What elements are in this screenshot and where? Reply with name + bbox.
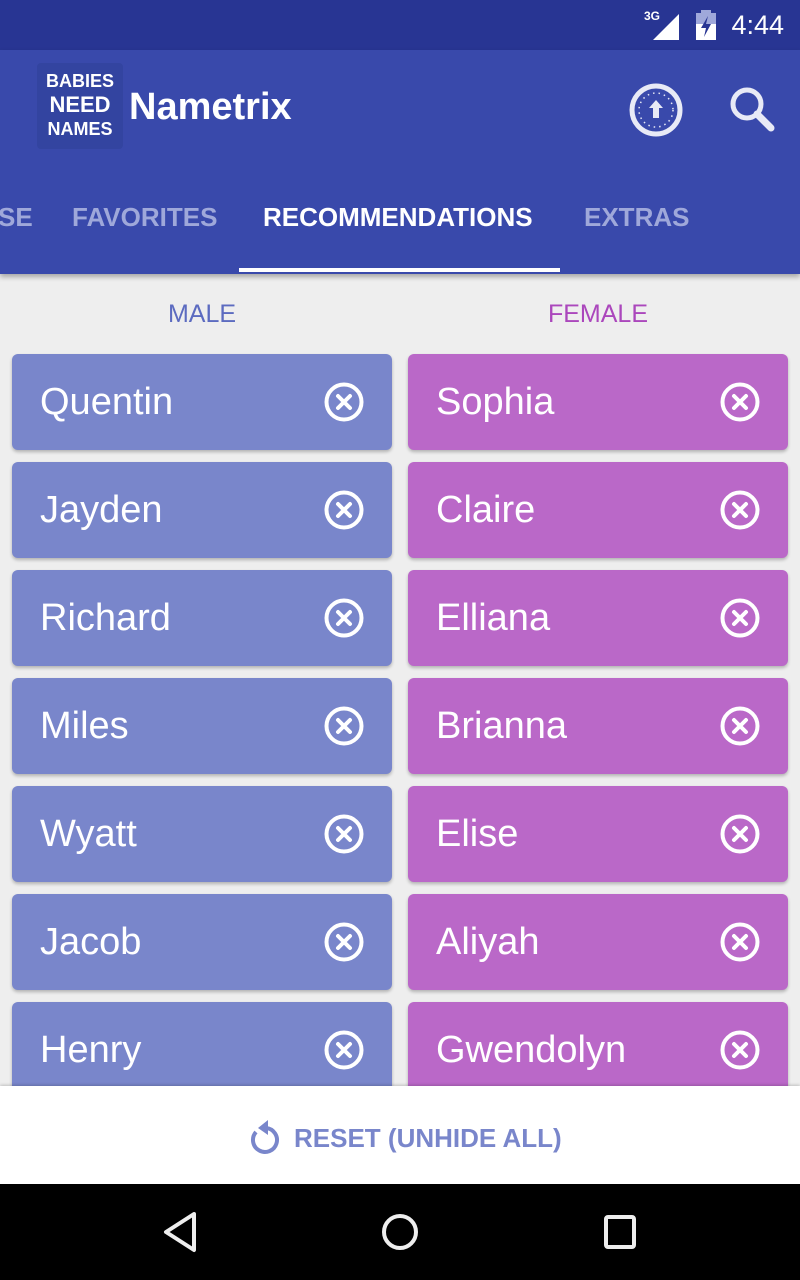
male-name-card[interactable]: Jacob	[12, 894, 392, 990]
name-label: Brianna	[436, 705, 567, 747]
name-label: Gwendolyn	[436, 1029, 627, 1071]
hide-circle-x-icon[interactable]	[720, 1030, 760, 1070]
name-label: Sophia	[436, 381, 555, 423]
male-name-card[interactable]: Quentin	[12, 354, 392, 450]
logo-text: BABIES	[45, 71, 114, 91]
female-name-card[interactable]: Elliana	[408, 570, 788, 666]
back-icon[interactable]	[160, 1210, 200, 1254]
name-label: Elise	[436, 813, 519, 855]
name-label: Elliana	[436, 597, 551, 639]
name-label: Henry	[40, 1029, 142, 1071]
hide-circle-x-icon[interactable]	[720, 598, 760, 638]
name-label: Claire	[436, 489, 536, 531]
hide-circle-x-icon[interactable]	[324, 814, 364, 854]
bottom-bar: RESET (UNHIDE ALL)	[0, 1086, 800, 1184]
name-list[interactable]: Quentin Jayden Richard Miles Wyatt Jacob Henry…	[0, 274, 800, 1086]
hide-circle-x-icon[interactable]	[324, 382, 364, 422]
hide-circle-x-icon[interactable]	[324, 922, 364, 962]
home-icon[interactable]	[380, 1210, 420, 1254]
network-type: 3G	[644, 9, 661, 23]
female-name-card[interactable]: Gwendolyn	[408, 1002, 788, 1086]
status-bar: 3G 4:44	[0, 0, 800, 50]
hide-circle-x-icon[interactable]	[324, 706, 364, 746]
tab-favorites[interactable]: FAVORITES	[72, 202, 217, 233]
female-name-card[interactable]: Elise	[408, 786, 788, 882]
tab-recommendations[interactable]: RECOMMENDATIONS	[263, 202, 533, 233]
hide-circle-x-icon[interactable]	[720, 922, 760, 962]
name-label: Miles	[40, 705, 129, 747]
app-title: Nametrix	[129, 86, 292, 128]
name-label: Wyatt	[40, 813, 137, 855]
female-name-card[interactable]: Aliyah	[408, 894, 788, 990]
female-name-card[interactable]: Claire	[408, 462, 788, 558]
hide-circle-x-icon[interactable]	[324, 490, 364, 530]
female-name-card[interactable]: Sophia	[408, 354, 788, 450]
clock: 4:44	[731, 10, 784, 40]
tab-bar: SE FAVORITES RECOMMENDATIONS EXTRAS	[0, 190, 800, 274]
app-logo: BABIES NEED NAMES	[37, 63, 123, 149]
logo-text: NEED	[49, 92, 111, 117]
hide-circle-x-icon[interactable]	[720, 814, 760, 854]
recents-icon[interactable]	[600, 1210, 640, 1254]
name-label: Jayden	[40, 489, 163, 531]
name-label: Jacob	[40, 921, 142, 963]
hide-circle-x-icon[interactable]	[324, 1030, 364, 1070]
logo-text: NAMES	[47, 119, 113, 139]
hide-circle-x-icon[interactable]	[720, 706, 760, 746]
battery-charging-icon	[696, 10, 716, 40]
upload-circle-icon[interactable]	[628, 82, 684, 138]
name-label: Richard	[40, 597, 171, 639]
name-label: Quentin	[40, 381, 174, 423]
hide-circle-x-icon[interactable]	[720, 382, 760, 422]
navigation-bar	[0, 1184, 800, 1280]
male-name-card[interactable]: Miles	[12, 678, 392, 774]
reset-button[interactable]: RESET (UNHIDE ALL)	[246, 1118, 562, 1158]
male-name-card[interactable]: Jayden	[12, 462, 392, 558]
tab-indicator	[239, 268, 560, 272]
male-name-card[interactable]: Richard	[12, 570, 392, 666]
male-name-card[interactable]: Wyatt	[12, 786, 392, 882]
tab-browse[interactable]: SE	[0, 202, 33, 233]
male-name-card[interactable]: Henry	[12, 1002, 392, 1086]
hide-circle-x-icon[interactable]	[324, 598, 364, 638]
hide-circle-x-icon[interactable]	[720, 490, 760, 530]
reset-label: RESET (UNHIDE ALL)	[294, 1122, 562, 1153]
tab-extras[interactable]: EXTRAS	[584, 202, 689, 233]
name-label: Aliyah	[436, 921, 540, 963]
female-name-card[interactable]: Brianna	[408, 678, 788, 774]
app-bar: BABIES NEED NAMES Nametrix SE FAVORITES …	[0, 50, 800, 274]
search-icon[interactable]	[724, 82, 780, 138]
undo-icon	[250, 1120, 279, 1154]
